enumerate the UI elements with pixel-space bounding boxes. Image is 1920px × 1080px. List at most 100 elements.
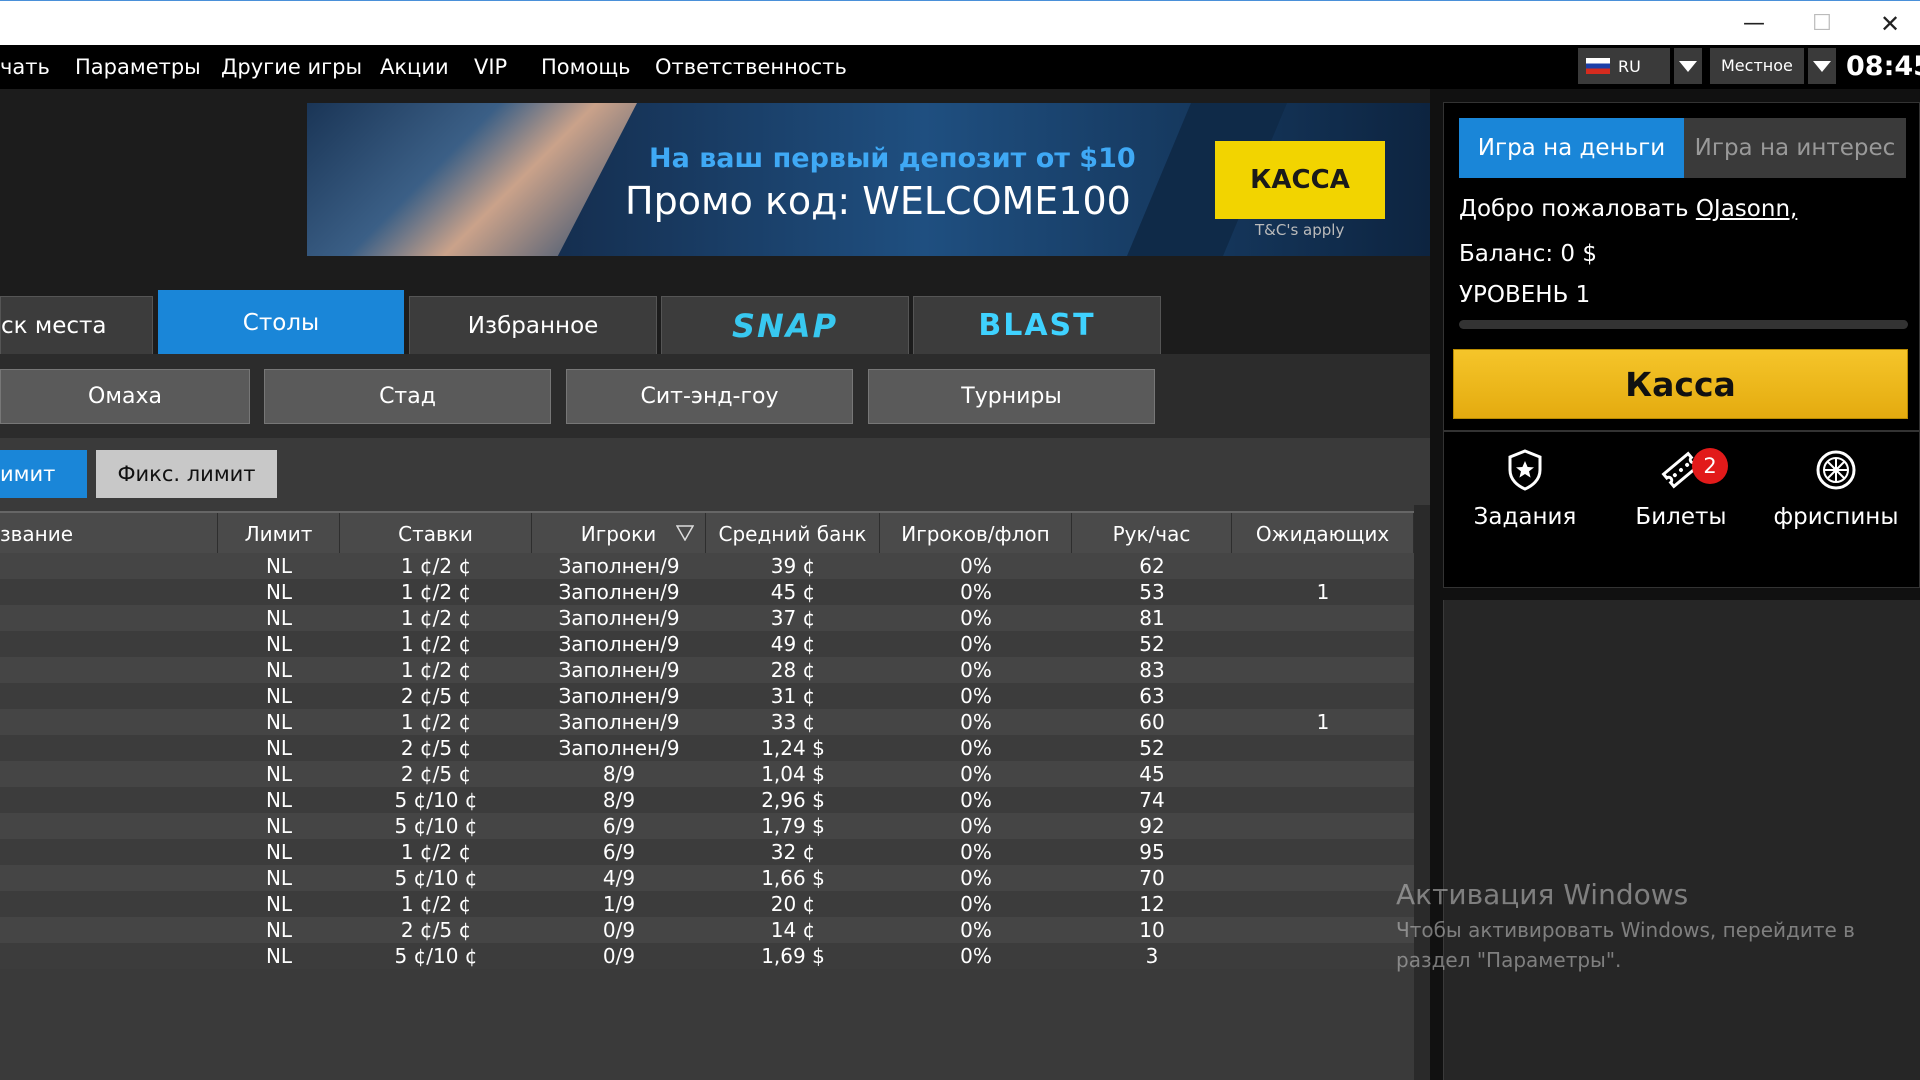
table-row[interactable]: NL 5 ¢/10 ¢ 4/9 1,66 $ 0% 70 xyxy=(0,865,1414,891)
subtab-sit-and-go[interactable]: Сит-энд-гоу xyxy=(566,369,853,424)
cell-players: 6/9 xyxy=(602,814,636,838)
subtab-stud[interactable]: Стад xyxy=(264,369,551,424)
subtab-omaha[interactable]: Омаха xyxy=(0,369,250,424)
cell-limit: NL xyxy=(265,554,293,578)
tab-seat-search[interactable]: ск места xyxy=(0,296,153,354)
menu-item-vip[interactable]: VIP xyxy=(474,45,507,89)
promo-banner[interactable]: На ваш первый депозит от $10 Промо код: … xyxy=(307,103,1430,256)
table-row[interactable]: NL 1 ¢/2 ¢ Заполнен/9 37 ¢ 0% 81 xyxy=(0,605,1414,631)
tab-tables[interactable]: Столы xyxy=(158,290,404,354)
col-name[interactable]: звание xyxy=(0,513,218,553)
cell-avg-pot: 32 ¢ xyxy=(770,840,816,864)
feature-freespins[interactable]: фриспины xyxy=(1761,448,1911,558)
feature-missions-label: Задания xyxy=(1473,504,1577,530)
cell-name xyxy=(0,943,218,969)
col-waiting[interactable]: Ожидающих xyxy=(1232,513,1414,553)
cell-stakes: 1 ¢/2 ¢ xyxy=(400,632,472,656)
cell-hands-hour: 63 xyxy=(1139,684,1165,708)
table-row[interactable]: NL 5 ¢/10 ¢ 8/9 2,96 $ 0% 74 xyxy=(0,787,1414,813)
cell-players: Заполнен/9 xyxy=(558,580,680,604)
clock: 08:45 xyxy=(1846,51,1920,82)
table-row[interactable]: NL 2 ¢/5 ¢ Заполнен/9 31 ¢ 0% 63 xyxy=(0,683,1414,709)
cell-avg-pot: 14 ¢ xyxy=(770,918,816,942)
tab-fixed-limit[interactable]: Фикс. лимит xyxy=(96,450,277,498)
cell-avg-pot: 2,96 $ xyxy=(761,788,825,812)
cell-hands-hour: 60 xyxy=(1139,710,1165,734)
menu-item-other-games[interactable]: Другие игры xyxy=(221,45,362,89)
table-row[interactable]: NL 1 ¢/2 ¢ 6/9 32 ¢ 0% 95 xyxy=(0,839,1414,865)
cell-players-flop: 0% xyxy=(960,840,992,864)
cell-avg-pot: 1,66 $ xyxy=(761,866,825,890)
tab-blast[interactable]: BLAST xyxy=(913,296,1161,354)
cell-name xyxy=(0,631,218,657)
window-titlebar: — ☐ ✕ xyxy=(0,0,1920,45)
cell-name xyxy=(0,813,218,839)
cell-stakes: 1 ¢/2 ¢ xyxy=(400,658,472,682)
subtab-tournaments[interactable]: Турниры xyxy=(868,369,1155,424)
table-row[interactable]: NL 2 ¢/5 ¢ Заполнен/9 1,24 $ 0% 52 xyxy=(0,735,1414,761)
table-row[interactable]: NL 1 ¢/2 ¢ Заполнен/9 39 ¢ 0% 62 xyxy=(0,553,1414,579)
language-dropdown-icon[interactable] xyxy=(1674,48,1702,84)
table-row[interactable]: NL 1 ¢/2 ¢ Заполнен/9 33 ¢ 0% 60 1 xyxy=(0,709,1414,735)
tab-no-limit[interactable]: имит xyxy=(0,450,87,498)
banner-cashier-button[interactable]: КАССА xyxy=(1215,141,1385,219)
username-link[interactable]: OJasonn, xyxy=(1696,196,1798,222)
sort-triangle-icon[interactable] xyxy=(676,525,694,541)
table-row[interactable]: NL 1 ¢/2 ¢ 1/9 20 ¢ 0% 12 xyxy=(0,891,1414,917)
language-label: RU xyxy=(1618,56,1641,76)
menu-item-play[interactable]: чать xyxy=(0,45,50,89)
timezone-select[interactable]: Местное xyxy=(1710,48,1804,84)
table-row[interactable]: NL 5 ¢/10 ¢ 0/9 1,69 $ 0% 3 xyxy=(0,943,1414,969)
tab-real-money[interactable]: Игра на деньги xyxy=(1459,118,1684,178)
banner-hand-image xyxy=(307,103,637,256)
table-row[interactable]: NL 1 ¢/2 ¢ Заполнен/9 49 ¢ 0% 52 xyxy=(0,631,1414,657)
feature-tickets[interactable]: 2 Билеты xyxy=(1606,448,1756,558)
cell-stakes: 2 ¢/5 ¢ xyxy=(400,762,472,786)
cell-limit: NL xyxy=(265,788,293,812)
col-stakes[interactable]: Ставки xyxy=(340,513,532,553)
col-limit[interactable]: Лимит xyxy=(218,513,340,553)
cell-avg-pot: 1,79 $ xyxy=(761,814,825,838)
cell-hands-hour: 3 xyxy=(1145,944,1159,968)
cell-waiting xyxy=(1232,605,1414,631)
cell-waiting: 1 xyxy=(1316,710,1330,734)
maximize-button[interactable]: ☐ xyxy=(1788,1,1856,46)
cell-players-flop: 0% xyxy=(960,606,992,630)
col-avg-pot[interactable]: Средний банк xyxy=(706,513,880,553)
col-hands-hour[interactable]: Рук/час xyxy=(1072,513,1232,553)
close-button[interactable]: ✕ xyxy=(1856,1,1920,46)
cell-avg-pot: 39 ¢ xyxy=(770,554,816,578)
cell-hands-hour: 52 xyxy=(1139,736,1165,760)
cell-name xyxy=(0,709,218,735)
menu-item-promotions[interactable]: Акции xyxy=(380,45,449,89)
tab-snap[interactable]: SNAP xyxy=(661,296,909,354)
cell-avg-pot: 1,04 $ xyxy=(761,762,825,786)
tab-favorites[interactable]: Избранное xyxy=(409,296,657,354)
cell-players: 8/9 xyxy=(602,788,636,812)
cell-waiting xyxy=(1232,683,1414,709)
table-row[interactable]: NL 2 ¢/5 ¢ 8/9 1,04 $ 0% 45 xyxy=(0,761,1414,787)
language-select[interactable]: RU xyxy=(1578,48,1670,84)
cell-waiting xyxy=(1232,787,1414,813)
timezone-dropdown-icon[interactable] xyxy=(1808,48,1836,84)
table-row[interactable]: NL 1 ¢/2 ¢ Заполнен/9 45 ¢ 0% 53 1 xyxy=(0,579,1414,605)
menu-item-help[interactable]: Помощь xyxy=(541,45,631,89)
minimize-button[interactable]: — xyxy=(1720,1,1788,46)
cell-players: 8/9 xyxy=(602,762,636,786)
tab-play-money[interactable]: Игра на интерес xyxy=(1684,118,1906,178)
cell-players: 6/9 xyxy=(602,840,636,864)
table-row[interactable]: NL 2 ¢/5 ¢ 0/9 14 ¢ 0% 10 xyxy=(0,917,1414,943)
table-scrollbar[interactable] xyxy=(1414,505,1430,1080)
feature-missions[interactable]: Задания xyxy=(1450,448,1600,558)
cell-waiting xyxy=(1232,813,1414,839)
col-players-flop[interactable]: Игроков/флоп xyxy=(880,513,1072,553)
shield-star-icon xyxy=(1508,449,1542,491)
menu-item-responsibility[interactable]: Ответственность xyxy=(655,45,847,89)
table-row[interactable]: NL 1 ¢/2 ¢ Заполнен/9 28 ¢ 0% 83 xyxy=(0,657,1414,683)
table-row[interactable]: NL 5 ¢/10 ¢ 6/9 1,79 $ 0% 92 xyxy=(0,813,1414,839)
cell-hands-hour: 52 xyxy=(1139,632,1165,656)
cell-players-flop: 0% xyxy=(960,892,992,916)
welcome-label: Добро пожаловать xyxy=(1459,196,1689,222)
menu-item-settings[interactable]: Параметры xyxy=(75,45,201,89)
cashier-button[interactable]: Касса xyxy=(1453,349,1908,419)
